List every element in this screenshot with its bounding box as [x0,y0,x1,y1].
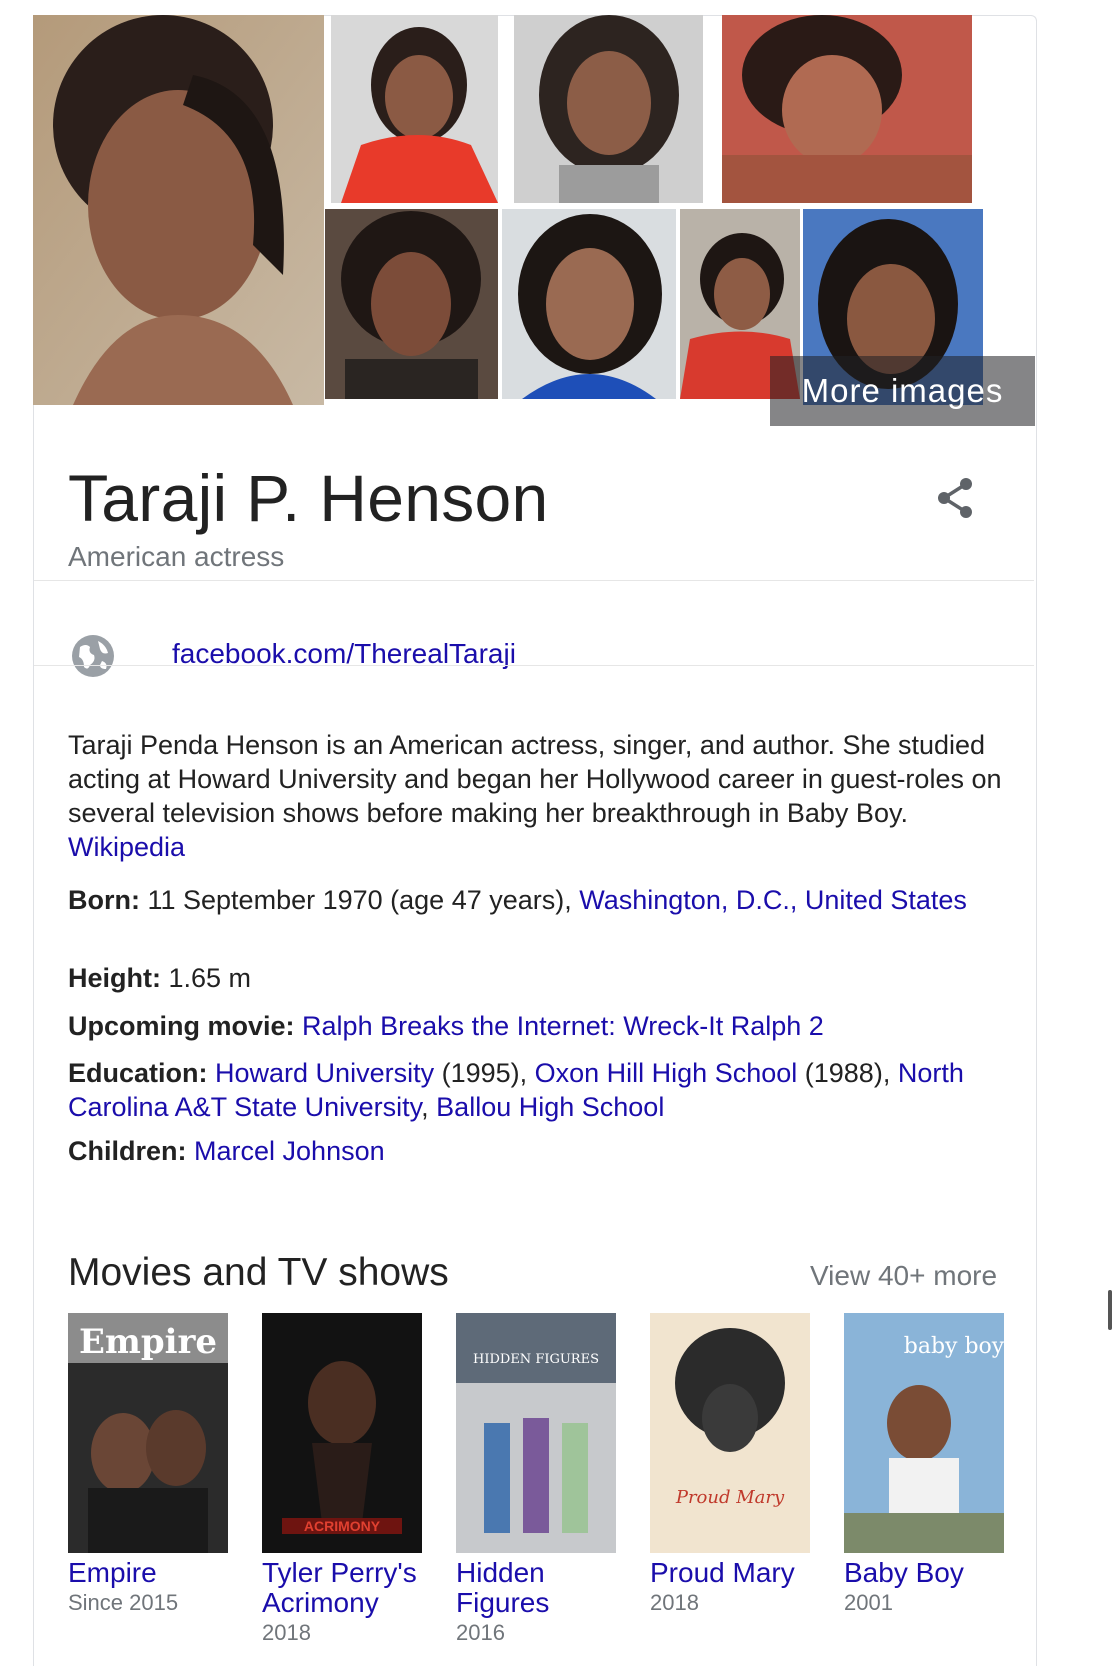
movie-poster[interactable]: ACRIMONY [262,1313,422,1553]
movie-card[interactable]: Empire Empire Since 2015 [68,1313,228,1616]
movie-title[interactable]: Baby Boy [844,1558,1004,1588]
wikipedia-link[interactable]: Wikipedia [68,832,185,862]
fact-upcoming-movie: Upcoming movie: Ralph Breaks the Interne… [68,1009,1008,1043]
fact-children: Children: Marcel Johnson [68,1134,1008,1168]
more-images-label: More images [801,372,1004,409]
photo-5[interactable] [325,209,498,399]
fact-value: 11 September 1970 (age 47 years), [139,885,580,915]
entity-subtitle: American actress [68,541,285,572]
fact-born: Born: 11 September 1970 (age 47 years), … [68,883,1008,917]
photo-3[interactable] [514,15,703,203]
upcoming-movie-link[interactable]: Ralph Breaks the Internet: Wreck-It Ralp… [302,1011,824,1041]
separator: , [421,1092,437,1122]
movies-section-title: Movies and TV shows [68,1251,449,1294]
poster-text: Proud Mary [675,1487,785,1508]
share-icon[interactable] [932,474,982,524]
birthplace-link[interactable]: Washington, D.C., United States [579,885,967,915]
fact-education: Education: Howard University (1995), Oxo… [68,1056,1008,1124]
photo-4[interactable] [722,15,972,203]
movie-card[interactable]: Proud Mary Proud Mary 2018 [650,1313,810,1616]
photo-6[interactable] [502,209,676,399]
description: Taraji Penda Henson is an American actre… [68,728,1008,864]
movie-year: 2018 [650,1590,699,1615]
view-more-link[interactable]: View 40+ more [810,1260,997,1292]
divider [34,665,1034,666]
movie-title[interactable]: Empire [68,1558,228,1588]
photo-2[interactable] [331,15,498,203]
movie-card[interactable]: baby boy Baby Boy 2001 [844,1313,1004,1616]
movie-poster[interactable]: HIDDEN FIGURES [456,1313,616,1553]
movie-year: 2018 [262,1620,311,1645]
movie-card[interactable]: HIDDEN FIGURES Hidden Figures 2016 [456,1313,616,1646]
globe-icon [70,633,116,679]
movie-poster[interactable]: baby boy [844,1313,1004,1553]
school-link[interactable]: Oxon Hill High School [535,1058,798,1088]
movie-card[interactable]: ACRIMONY Tyler Perry's Acrimony 2018 [262,1313,422,1646]
child-link[interactable]: Marcel Johnson [194,1136,385,1166]
movie-year: 2016 [456,1620,505,1645]
fact-label: Born: [68,885,140,915]
poster-text: Empire [79,1322,217,1362]
fact-label: Children: [68,1136,187,1166]
fact-value: 1.65 m [160,963,252,993]
movie-title[interactable]: Hidden Figures [456,1558,616,1618]
fact-label: Education: [68,1058,208,1088]
movie-title[interactable]: Proud Mary [650,1558,810,1588]
entity-title: Taraji P. Henson [68,461,549,535]
poster-text: ACRIMONY [304,1518,381,1534]
main-photo[interactable] [33,15,324,405]
movie-year: 2001 [844,1590,893,1615]
school-year: (1988), [797,1058,898,1088]
movie-poster[interactable]: Proud Mary [650,1313,810,1553]
description-text: Taraji Penda Henson is an American actre… [68,730,1002,828]
divider [34,580,1034,581]
school-year: (1995), [434,1058,535,1088]
poster-text: HIDDEN FIGURES [473,1352,599,1367]
fact-label: Height: [68,963,161,993]
scroll-edge [1108,1290,1112,1330]
poster-text: baby boy [904,1334,1004,1359]
school-link[interactable]: Ballou High School [436,1092,664,1122]
more-images-button[interactable]: More images [770,356,1035,426]
fact-label: Upcoming movie: [68,1011,295,1041]
school-link[interactable]: Howard University [215,1058,434,1088]
movie-poster[interactable]: Empire [68,1313,228,1553]
movie-title[interactable]: Tyler Perry's Acrimony [262,1558,422,1618]
movie-year: Since 2015 [68,1590,179,1615]
fact-height: Height: 1.65 m [68,961,1008,995]
